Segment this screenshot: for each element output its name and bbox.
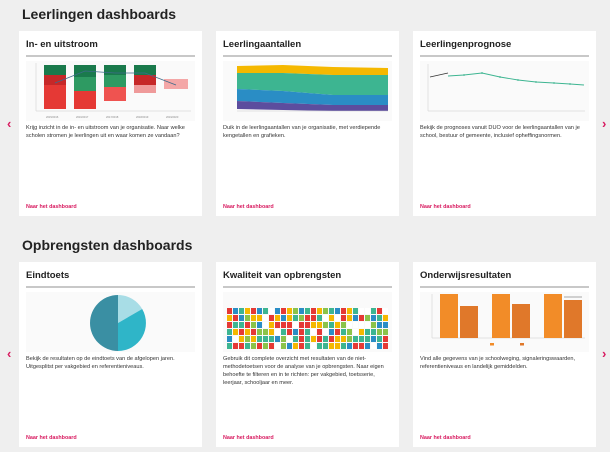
chevron-left-icon[interactable]: ‹ (7, 347, 11, 360)
dashboard-link[interactable]: Naar het dashboard (420, 435, 471, 441)
card-description: Krijg inzicht in de in- en uitstroom van… (26, 125, 185, 139)
dashboard-link[interactable]: Naar het dashboard (420, 204, 471, 210)
student-count-area-chart-thumbnail (223, 61, 392, 121)
card-title: Leerlingaantallen (223, 39, 302, 50)
card-title: Kwaliteit van opbrengsten (223, 270, 342, 281)
dashboard-link[interactable]: Naar het dashboard (26, 204, 77, 210)
card-title: Leerlingenprognose (420, 39, 512, 50)
card-onderwijsresultaten[interactable]: Onderwijsresultaten Vind alle gegevens v… (413, 262, 596, 447)
svg-text:2017/2018: 2017/2018 (106, 115, 119, 119)
card-eindtoets[interactable]: Eindtoets Bekijk de resultaten op de ein… (19, 262, 202, 447)
card-title: Eindtoets (26, 270, 70, 281)
svg-text:2018/2019: 2018/2019 (136, 115, 149, 119)
divider (26, 286, 195, 288)
card-leerlingaantallen[interactable]: Leerlingaantallen Duik in de leerlingaan… (216, 31, 399, 216)
chevron-right-icon[interactable]: › (602, 117, 606, 130)
dashboard-link[interactable]: Naar het dashboard (223, 435, 274, 441)
card-leerlingenprognose[interactable]: Leerlingenprognose Bekijk de prognoses v… (413, 31, 596, 216)
dashboard-link[interactable]: Naar het dashboard (26, 435, 77, 441)
svg-text:2016/2017: 2016/2017 (76, 115, 89, 119)
section-title-leerlingen: Leerlingen dashboards (22, 6, 177, 22)
card-description: Gebruik dit complete overzicht met resul… (223, 356, 384, 386)
chevron-right-icon[interactable]: › (602, 347, 606, 360)
svg-text:2019/2020: 2019/2020 (166, 115, 179, 119)
card-title: In- en uitstroom (26, 39, 98, 50)
svg-text:2015/2016: 2015/2016 (46, 115, 59, 119)
card-title: Onderwijsresultaten (420, 270, 512, 281)
card-description: Vind alle gegevens van je schoolweging, … (420, 356, 576, 370)
divider (223, 55, 392, 57)
inflow-outflow-chart-thumbnail: 2015/2016 2016/2017 2017/2018 2018/2019 … (26, 61, 195, 121)
quality-results-heatmap-thumbnail (223, 292, 392, 352)
prognosis-line-chart-thumbnail (420, 61, 589, 121)
divider (26, 55, 195, 57)
card-description: Duik in de leerlingaantallen van je orga… (223, 125, 381, 139)
education-results-bar-chart-thumbnail (420, 292, 589, 352)
divider (420, 286, 589, 288)
final-test-pie-chart-thumbnail (26, 292, 195, 352)
card-description: Bekijk de prognoses vanuit DUO voor de l… (420, 125, 580, 139)
divider (420, 55, 589, 57)
card-description: Bekijk de resultaten op de eindtoets van… (26, 356, 175, 370)
dashboard-link[interactable]: Naar het dashboard (223, 204, 274, 210)
section-title-opbrengsten: Opbrengsten dashboards (22, 237, 193, 253)
card-kwaliteit-van-opbrengsten[interactable]: Kwaliteit van opbrengsten Gebruik dit co… (216, 262, 399, 447)
card-in-en-uitstroom[interactable]: In- en uitstroom 2015/2016 2016/2017 201… (19, 31, 202, 216)
chevron-left-icon[interactable]: ‹ (7, 117, 11, 130)
divider (223, 286, 392, 288)
